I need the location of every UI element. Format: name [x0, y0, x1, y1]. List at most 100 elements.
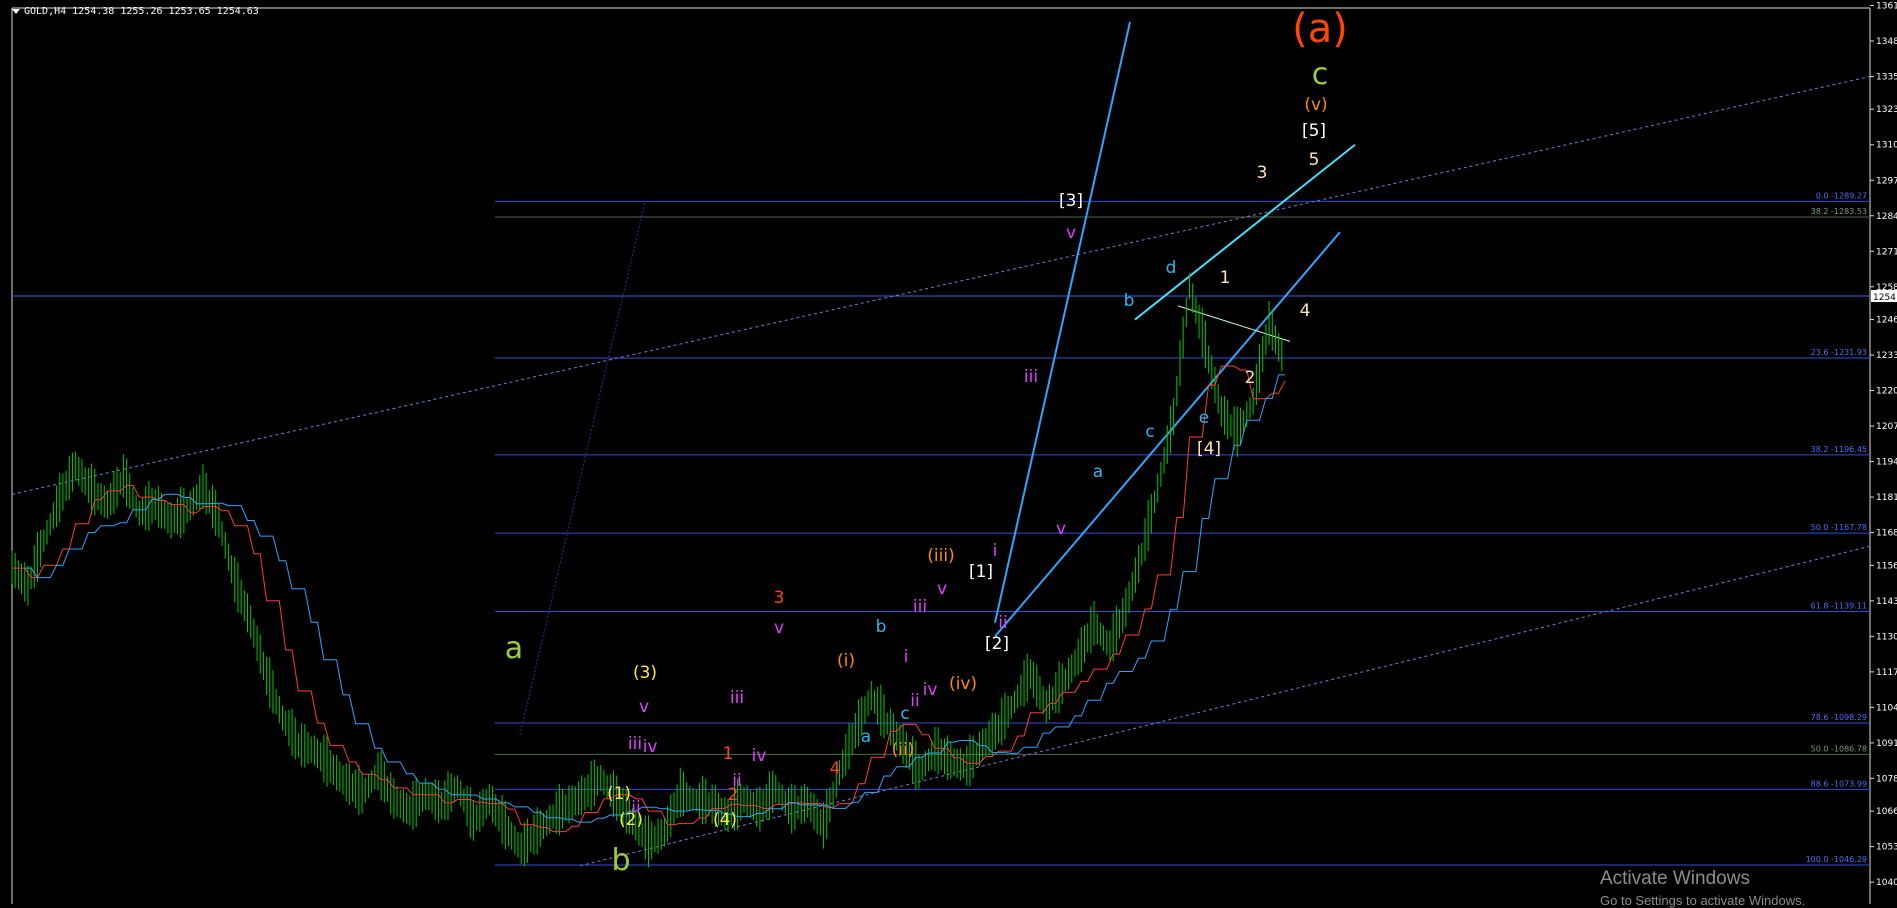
wave-label: iii	[628, 734, 642, 754]
wave-label: (iv)	[949, 674, 977, 694]
wave-label: v	[1056, 519, 1066, 539]
y-tick-label: 1168	[1876, 529, 1897, 539]
wave-label: c	[900, 704, 909, 724]
y-tick-label: 1233	[1876, 351, 1897, 361]
upper-dotted-trendline	[11, 75, 1871, 495]
wave-label: i	[904, 647, 909, 667]
wave-label: d	[1166, 258, 1177, 278]
wave-label: e	[1199, 408, 1209, 428]
wave-label: (v)	[1304, 95, 1327, 115]
fib-level-label: 78.6 -1098.29	[1811, 713, 1867, 722]
wave-label: 1	[1220, 268, 1231, 288]
fast-moving-average	[12, 365, 1286, 833]
wave-label: 3	[774, 588, 785, 608]
wave-label: 2	[1245, 368, 1256, 388]
wave-label: (1)	[607, 784, 631, 804]
y-tick-label: 1040	[1876, 878, 1897, 888]
y-tick-label: 1335	[1876, 72, 1897, 82]
fib-level-label: 0.0 -1289.27	[1816, 191, 1867, 200]
wave-label: v	[774, 618, 784, 638]
fib-level-label: 38.2 -1196.45	[1811, 445, 1867, 454]
y-tick-label: 1053	[1876, 843, 1897, 853]
wave-label: i	[993, 541, 998, 561]
wave-label: b	[876, 617, 887, 637]
symbol-header[interactable]: GOLD,H4 1254.38 1255.26 1253.65 1254.63	[12, 6, 259, 17]
wave-label: 3	[1257, 163, 1268, 183]
fib-level-label: 38.2 -1283.53	[1811, 207, 1867, 216]
wave-label: (4)	[713, 810, 737, 830]
wave-label: (i)	[837, 651, 855, 671]
wave-label: [3]	[1059, 191, 1083, 211]
y-tick-label: 1117	[1876, 668, 1897, 678]
fib-level-label: 100.0 -1046.29	[1806, 855, 1867, 864]
y-tick-label: 1348	[1876, 37, 1897, 47]
wave-label: 4	[1300, 301, 1311, 321]
wave-label: v	[1066, 223, 1076, 243]
wave-label: 1	[723, 744, 734, 764]
chevron-down-icon[interactable]	[12, 8, 20, 14]
y-tick-label: 1143	[1876, 597, 1897, 607]
wave-label: [4]	[1197, 439, 1221, 459]
wave-label: a	[1093, 462, 1103, 482]
fib-level-label: 61.8 -1139.11	[1811, 601, 1867, 610]
wave-label: b	[1124, 291, 1135, 311]
y-tick-label: 1220	[1876, 387, 1897, 397]
y-tick-label: 1181	[1876, 493, 1897, 503]
wave-label: ii	[998, 613, 1007, 633]
moving-averages	[12, 365, 1286, 833]
wave-label: (a)	[1292, 6, 1348, 52]
wave-label: v	[639, 697, 649, 717]
fib-level-label: 50.0 -1167.78	[1811, 523, 1867, 532]
wave-label: iv	[923, 680, 938, 700]
wave-label: 5	[1309, 150, 1320, 170]
wave-label: iii	[913, 597, 927, 617]
wave-label: [1]	[969, 562, 993, 582]
y-tick-label: 1078	[1876, 774, 1897, 784]
wave-label: ii	[910, 691, 919, 711]
current-price-label: 1254	[1873, 293, 1896, 303]
wave-label: (3)	[633, 663, 657, 683]
wave-label: b	[611, 843, 630, 878]
y-tick-label: 1156	[1876, 561, 1897, 571]
activation-watermark-subtitle: Go to Settings to activate Windows.	[1600, 893, 1806, 908]
wave-label: iv	[752, 746, 767, 766]
y-tick-label: 1104	[1876, 703, 1897, 713]
y-tick-label: 1271	[1876, 247, 1897, 257]
fib-level-label: 88.6 -1073.99	[1811, 779, 1867, 788]
y-tick-label: 1130	[1876, 632, 1897, 642]
y-tick-label: 1091	[1876, 739, 1897, 749]
activation-watermark: Activate Windows	[1600, 868, 1750, 889]
wave-labels: (a)c(v)[5]53[3]vd 1b 4iii 2ce[4]av(iii) i[1]…	[505, 6, 1348, 878]
y-tick-label: 1361	[1876, 1, 1897, 11]
y-tick-label: 1066	[1876, 807, 1897, 817]
fib-anchor-dotted-line	[519, 201, 646, 735]
upper-wedge-line	[1134, 143, 1356, 321]
y-tick-label: 1207	[1876, 422, 1897, 432]
y-tick-label: 1297	[1876, 176, 1897, 186]
price-axis: 1361134813351323131012971284127112581246…	[1870, 1, 1897, 888]
wave-label: c	[1312, 57, 1329, 92]
wave-label: a	[861, 727, 871, 747]
wave-label: v	[937, 579, 947, 599]
wave-label: a	[505, 631, 523, 666]
y-tick-label: 1194	[1876, 458, 1897, 468]
symbol-header-label: GOLD,H4 1254.38 1255.26 1253.65 1254.63	[24, 6, 259, 17]
wave-label: c	[1145, 422, 1154, 442]
fib-level-label: 50.0 -1086.78	[1811, 744, 1867, 753]
wave-label: 2	[728, 785, 739, 805]
wave-label: (iii)	[927, 546, 954, 566]
wave-label: (ii)	[892, 740, 915, 760]
price-chart: 0.0 -1289.2738.2 -1283.5323.6 -1231.9338…	[11, 1, 1897, 904]
y-tick-label: 1323	[1876, 105, 1897, 115]
wave-label: (2)	[619, 810, 643, 830]
wave-label: iii	[730, 688, 744, 708]
y-tick-label: 1310	[1876, 141, 1897, 151]
wave-label: [2]	[985, 634, 1009, 654]
fib-level-label: 23.6 -1231.93	[1811, 348, 1867, 357]
wave-label: iv	[643, 737, 658, 757]
y-tick-label: 1246	[1876, 316, 1897, 326]
wave-label: 4	[830, 759, 841, 779]
y-tick-label: 1284	[1876, 212, 1897, 222]
wave-label: [5]	[1302, 121, 1326, 141]
price-bars	[11, 273, 1283, 868]
